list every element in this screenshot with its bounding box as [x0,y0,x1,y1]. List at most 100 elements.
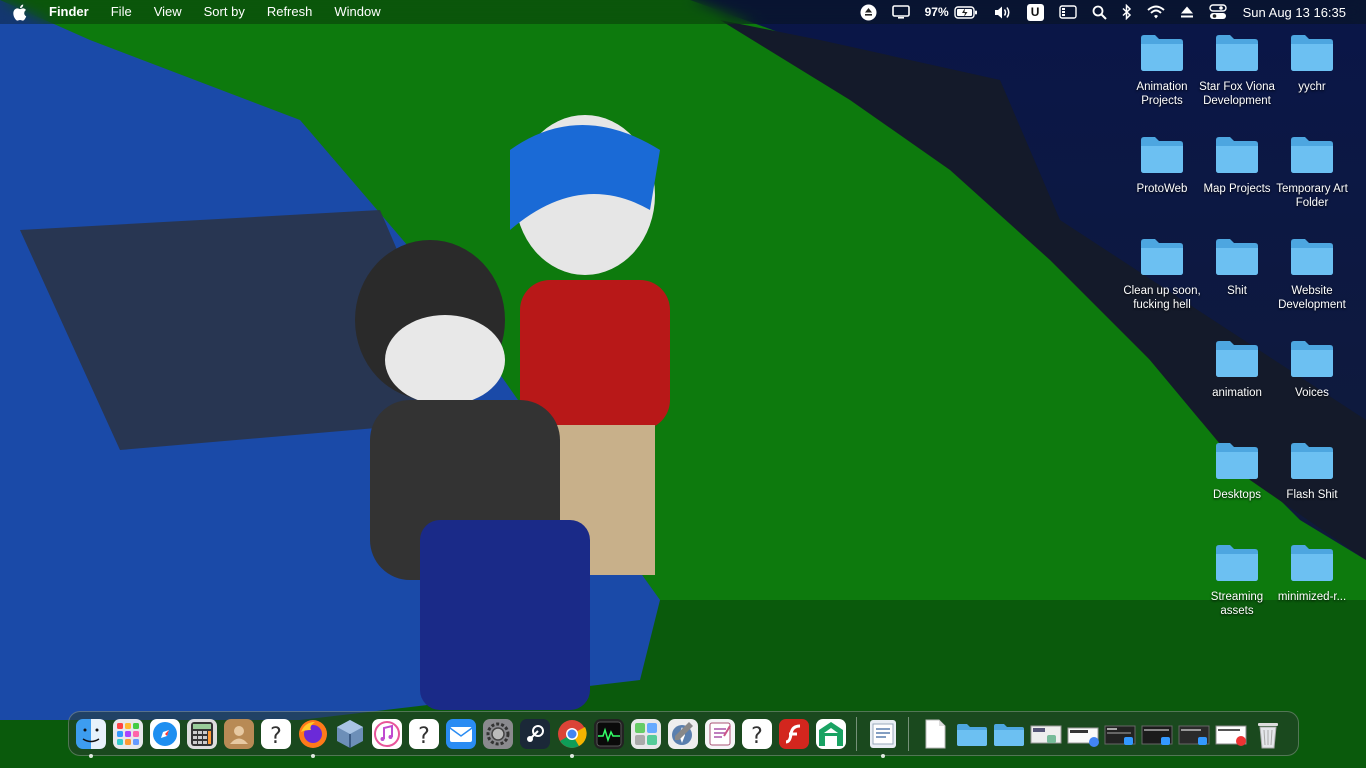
dock-trash[interactable] [1249,715,1286,752]
dock-item-system-settings[interactable] [479,715,516,752]
dock-item-script-editor[interactable] [701,715,738,752]
folder-icon [1141,239,1183,275]
dock-minimized-window-3[interactable] [1101,715,1138,752]
desktop-icon-label: Desktops [1213,489,1261,501]
bluetooth-icon[interactable] [1122,0,1132,24]
document-stack-icon [925,719,945,748]
dock-item-unknown-app-2[interactable]: ? [405,715,442,752]
steam-icon [519,718,550,749]
menu-window[interactable]: Window [323,0,391,24]
green-app-icon [815,718,846,749]
dock-item-flash-player[interactable] [775,715,812,752]
mail-icon [445,718,476,749]
contacts-icon [223,718,254,749]
app-menu-finder[interactable]: Finder [38,0,100,24]
dock-item-mail[interactable] [442,715,479,752]
user-badge[interactable]: U [1026,0,1044,24]
dock-item-contacts[interactable] [220,715,257,752]
eject-icon[interactable] [1180,0,1194,24]
battery-percent[interactable]: 97% [925,0,949,24]
desktop-icon-label: Map Projects [1203,183,1271,195]
puzzle-app-icon [630,718,661,749]
chrome-icon [557,719,587,748]
desktop-folder-streaming-assets[interactable]: Streaming assets [1198,542,1276,618]
dock-item-green-app[interactable] [812,715,849,752]
folder-icon [1216,545,1258,581]
directory-utility-icon [667,718,698,749]
desktop-folder-minimized-r[interactable]: minimized-r... [1273,542,1351,604]
dock-item-steam[interactable] [516,715,553,752]
calculator-icon [186,718,217,749]
desktop-folder-animation-projects[interactable]: Animation Projects [1123,32,1201,108]
dock-item-firefox[interactable] [294,715,331,758]
dock-item-document-viewer[interactable] [864,715,901,758]
display-icon[interactable] [891,0,910,24]
minimized-window-icon [1030,725,1061,743]
dock-item-chrome[interactable] [553,715,590,758]
dock-stack-folder-1[interactable] [953,715,990,752]
eject-circle-icon[interactable] [860,0,877,24]
dock-minimized-window-2[interactable] [1064,715,1101,752]
menu-clock[interactable]: Sun Aug 13 16:35 [1243,5,1346,20]
menu-view[interactable]: View [143,0,193,24]
virtualbox-icon [336,719,363,748]
battery-charging-icon[interactable] [953,0,978,24]
dock-item-directory-utility[interactable] [664,715,701,752]
control-center-icon[interactable] [1208,0,1227,24]
desktop-folder-desktops[interactable]: Desktops [1198,440,1276,502]
desktop-icon-label: yychr [1298,81,1326,93]
minimized-window-icon [1067,727,1099,747]
desktop-folder-animation[interactable]: animation [1198,338,1276,400]
dock-minimized-window-4[interactable] [1138,715,1175,752]
search-icon[interactable] [1092,0,1107,24]
dock-item-launchpad[interactable] [109,715,146,752]
dock-item-finder[interactable] [72,715,109,758]
dock-item-activity-monitor[interactable] [590,715,627,752]
desktop-icon-label: Temporary Art Folder [1276,183,1348,209]
stage-manager-icon[interactable] [1058,0,1077,24]
dock-minimized-window-5[interactable] [1175,715,1212,752]
desktop-wallpaper [0,0,1366,768]
folder-stack-icon [993,723,1024,746]
desktop-folder-clean-up-soon[interactable]: Clean up soon, fucking hell [1123,236,1201,312]
unknown-app-icon: ? [408,718,439,749]
user-badge-label: U [1026,3,1044,21]
desktop-icon-label: ProtoWeb [1136,183,1188,195]
dock-separator [908,716,909,751]
dock-item-music[interactable] [368,715,405,752]
minimized-window-icon [1141,725,1172,745]
desktop-folder-voices[interactable]: Voices [1273,338,1351,400]
desktop-folder-protoweb[interactable]: ProtoWeb [1123,134,1201,196]
dock-minimized-window-1[interactable] [1027,715,1064,752]
desktop-icon-label: Clean up soon, fucking hell [1123,285,1201,311]
dock-item-virtualbox[interactable] [331,715,368,752]
dock-item-calculator[interactable] [183,715,220,752]
running-indicator [569,754,574,758]
menu-refresh[interactable]: Refresh [256,0,324,24]
desktop-icon-label: Star Fox Viona Development [1199,81,1275,107]
desktop-folder-star-fox-viona-development[interactable]: Star Fox Viona Development [1198,32,1276,108]
desktop-folder-map-projects[interactable]: Map Projects [1198,134,1276,196]
desktop-folder-shit[interactable]: Shit [1198,236,1276,298]
dock-item-puzzle-app[interactable] [627,715,664,752]
menu-sort-by[interactable]: Sort by [193,0,256,24]
apple-menu-icon[interactable] [0,4,38,21]
trash-icon [1257,722,1278,748]
wifi-icon[interactable] [1146,0,1165,24]
volume-icon[interactable] [993,0,1012,24]
desktop-folder-website-development[interactable]: Website Development [1273,236,1351,312]
desktop-folder-yychr[interactable]: yychr [1273,32,1351,94]
folder-icon [1291,545,1333,581]
dock-item-unknown-app-3[interactable]: ? [738,715,775,752]
desktop-folder-flash-shit[interactable]: Flash Shit [1273,440,1351,502]
folder-icon [1291,239,1333,275]
dock-minimized-window-6[interactable] [1212,715,1249,752]
dock: ? ? ? [68,711,1299,758]
dock-item-safari[interactable] [146,715,183,752]
desktop-folder-temporary-art-folder[interactable]: Temporary Art Folder [1273,134,1351,210]
menu-file[interactable]: File [100,0,143,24]
dock-item-unknown-app-1[interactable]: ? [257,715,294,752]
dock-stack-documents[interactable] [916,715,953,752]
running-indicator [88,754,93,758]
dock-stack-folder-2[interactable] [990,715,1027,752]
